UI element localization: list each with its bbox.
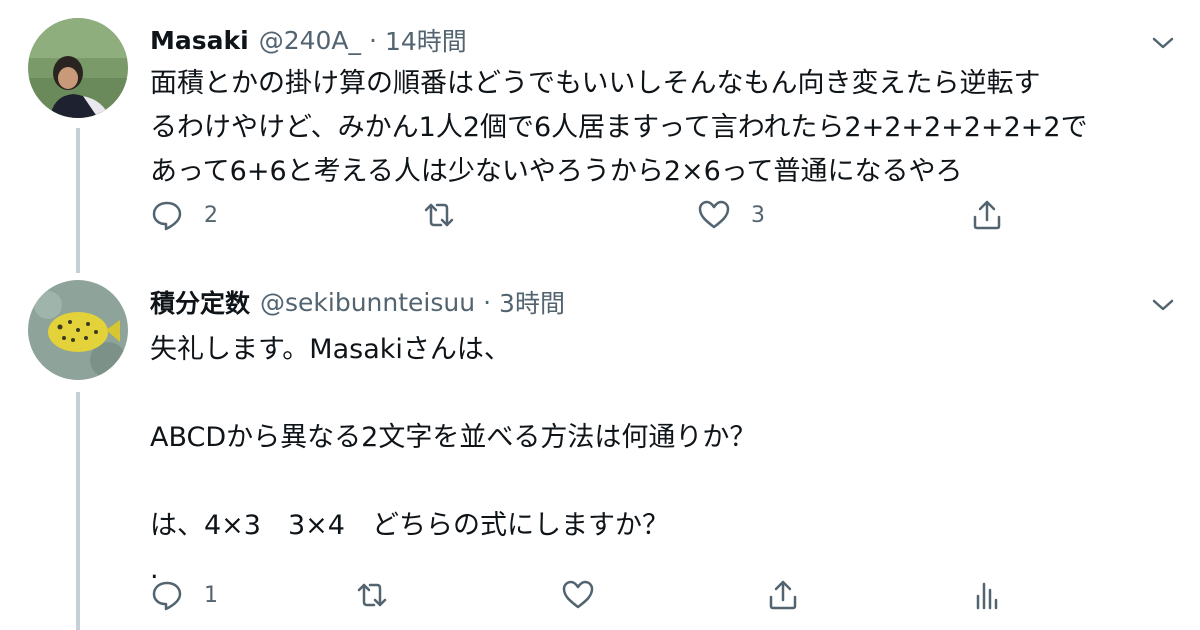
reply-icon	[152, 581, 182, 611]
timestamp[interactable]: 14時間	[385, 22, 467, 58]
reply-button[interactable]: 2	[150, 198, 218, 232]
reply-count: 2	[204, 202, 218, 228]
display-name[interactable]: 積分定数	[150, 284, 250, 320]
reply-icon	[152, 201, 182, 231]
reply-count: 1	[204, 582, 218, 608]
like-count: 3	[751, 202, 765, 228]
timestamp[interactable]: 3時間	[499, 284, 565, 320]
tweet-header: 積分定数 @sekibunnteisuu · 3時間	[150, 282, 565, 322]
share-icon	[973, 200, 1001, 230]
tweet-menu-button[interactable]	[1148, 28, 1178, 58]
boxfish-photo-avatar-icon	[28, 280, 128, 380]
separator-dot: ·	[369, 25, 377, 55]
share-button[interactable]	[970, 198, 1004, 232]
like-button[interactable]	[561, 578, 615, 612]
like-button[interactable]: 3	[697, 198, 765, 232]
retweet-button[interactable]	[355, 578, 409, 612]
reply-button[interactable]: 1	[150, 578, 218, 612]
separator-dot: ·	[483, 287, 492, 317]
chevron-down-icon	[1152, 299, 1174, 311]
retweet-icon	[424, 203, 454, 227]
share-button[interactable]	[766, 578, 800, 612]
display-name[interactable]: Masaki	[150, 26, 249, 55]
user-avatar[interactable]	[28, 18, 128, 118]
share-icon	[769, 580, 797, 610]
user-avatar[interactable]	[28, 280, 128, 380]
tweet-text: 失礼します。Masakiさんは、 ABCDから異なる2文字を並べる方法は何通りか…	[150, 334, 757, 585]
person-photo-avatar-icon	[28, 18, 128, 118]
tweet-text: 面積とかの掛け算の順番はどうでもいいしそんなもん向き変えたら逆転す るわけやけど…	[150, 68, 1088, 187]
retweet-icon	[357, 583, 387, 607]
analytics-button[interactable]	[970, 578, 1004, 612]
tweet-actions: 2 3	[0, 198, 1200, 248]
tweet-menu-button[interactable]	[1148, 290, 1178, 320]
heart-icon	[562, 580, 594, 609]
retweet-button[interactable]	[422, 198, 476, 232]
chevron-down-icon	[1152, 37, 1174, 49]
tweet-header: Masaki @240A_ · 14時間	[150, 20, 467, 60]
tweet-actions: 1	[0, 578, 1200, 628]
analytics-bar-icon	[976, 582, 998, 610]
user-handle[interactable]: @sekibunnteisuu	[260, 288, 475, 317]
user-handle[interactable]: @240A_	[259, 26, 361, 55]
heart-icon	[698, 200, 730, 229]
